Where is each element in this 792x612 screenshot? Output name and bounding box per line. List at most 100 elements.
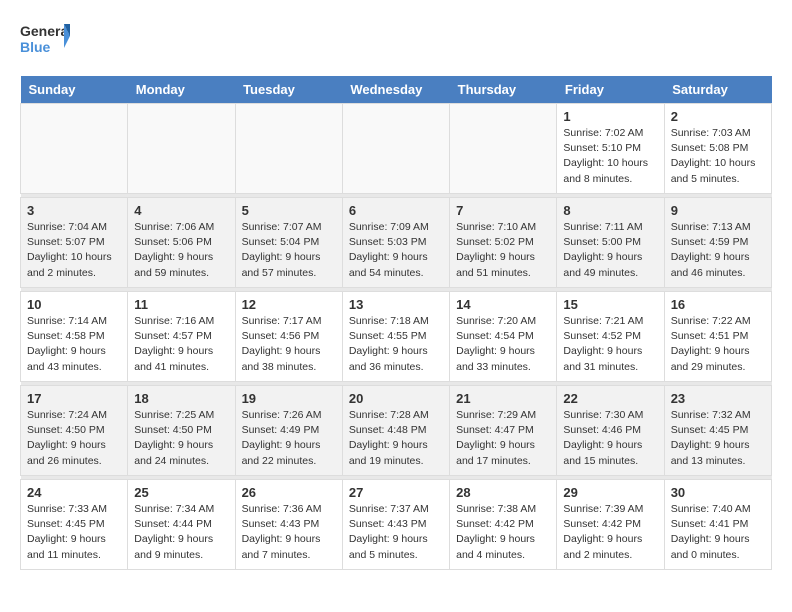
day-number: 21 [456, 391, 550, 406]
calendar-cell: 29 Sunrise: 7:39 AMSunset: 4:42 PMDayligh… [557, 480, 664, 570]
day-number: 1 [563, 109, 657, 124]
day-number: 9 [671, 203, 765, 218]
day-number: 23 [671, 391, 765, 406]
calendar-cell: 4 Sunrise: 7:06 AMSunset: 5:06 PMDaylight… [128, 198, 235, 288]
day-info: Sunrise: 7:03 AMSunset: 5:08 PMDaylight:… [671, 126, 765, 187]
calendar-cell: 23 Sunrise: 7:32 AMSunset: 4:45 PMDayligh… [664, 386, 771, 476]
calendar-cell: 12 Sunrise: 7:17 AMSunset: 4:56 PMDayligh… [235, 292, 342, 382]
day-info: Sunrise: 7:30 AMSunset: 4:46 PMDaylight:… [563, 408, 657, 469]
day-number: 26 [242, 485, 336, 500]
day-info: Sunrise: 7:25 AMSunset: 4:50 PMDaylight:… [134, 408, 228, 469]
calendar-cell: 16 Sunrise: 7:22 AMSunset: 4:51 PMDayligh… [664, 292, 771, 382]
calendar-cell: 15 Sunrise: 7:21 AMSunset: 4:52 PMDayligh… [557, 292, 664, 382]
calendar-cell: 22 Sunrise: 7:30 AMSunset: 4:46 PMDayligh… [557, 386, 664, 476]
calendar-cell: 5 Sunrise: 7:07 AMSunset: 5:04 PMDaylight… [235, 198, 342, 288]
day-info: Sunrise: 7:06 AMSunset: 5:06 PMDaylight:… [134, 220, 228, 281]
day-number: 11 [134, 297, 228, 312]
calendar-cell: 19Sunrise: 7:26 AMSunset: 4:49 PMDayligh… [235, 386, 342, 476]
day-info: Sunrise: 7:38 AMSunset: 4:42 PMDaylight:… [456, 502, 550, 563]
day-info: Sunrise: 7:18 AMSunset: 4:55 PMDaylight:… [349, 314, 443, 375]
weekday-header: Saturday [664, 76, 771, 104]
calendar-cell [450, 104, 557, 194]
weekday-header: Sunday [21, 76, 128, 104]
day-number: 28 [456, 485, 550, 500]
day-number: 17 [27, 391, 121, 406]
day-info: Sunrise: 7:39 AMSunset: 4:42 PMDaylight:… [563, 502, 657, 563]
day-info: Sunrise: 7:26 AMSunset: 4:49 PMDaylight:… [242, 408, 336, 469]
day-info: Sunrise: 7:40 AMSunset: 4:41 PMDaylight:… [671, 502, 765, 563]
day-number: 2 [671, 109, 765, 124]
calendar-week-row: 17 Sunrise: 7:24 AMSunset: 4:50 PMDayligh… [21, 386, 772, 476]
day-number: 15 [563, 297, 657, 312]
calendar-cell: 2 Sunrise: 7:03 AMSunset: 5:08 PMDaylight… [664, 104, 771, 194]
day-info: Sunrise: 7:04 AMSunset: 5:07 PMDaylight:… [27, 220, 121, 281]
day-info: Sunrise: 7:17 AMSunset: 4:56 PMDaylight:… [242, 314, 336, 375]
calendar-cell: 26Sunrise: 7:36 AMSunset: 4:43 PMDayligh… [235, 480, 342, 570]
calendar-cell [21, 104, 128, 194]
day-number: 30 [671, 485, 765, 500]
day-number: 12 [242, 297, 336, 312]
day-info: Sunrise: 7:02 AMSunset: 5:10 PMDaylight:… [563, 126, 657, 187]
calendar-cell [235, 104, 342, 194]
day-info: Sunrise: 7:14 AMSunset: 4:58 PMDaylight:… [27, 314, 121, 375]
day-info: Sunrise: 7:20 AMSunset: 4:54 PMDaylight:… [456, 314, 550, 375]
calendar-cell [128, 104, 235, 194]
calendar-week-row: 24Sunrise: 7:33 AMSunset: 4:45 PMDayligh… [21, 480, 772, 570]
calendar-cell: 24Sunrise: 7:33 AMSunset: 4:45 PMDayligh… [21, 480, 128, 570]
calendar-cell: 8 Sunrise: 7:11 AMSunset: 5:00 PMDaylight… [557, 198, 664, 288]
day-number: 29 [563, 485, 657, 500]
svg-text:General: General [20, 23, 70, 39]
calendar-cell: 30 Sunrise: 7:40 AMSunset: 4:41 PMDayligh… [664, 480, 771, 570]
calendar-cell: 7 Sunrise: 7:10 AMSunset: 5:02 PMDaylight… [450, 198, 557, 288]
calendar-table: SundayMondayTuesdayWednesdayThursdayFrid… [20, 76, 772, 570]
day-info: Sunrise: 7:28 AMSunset: 4:48 PMDaylight:… [349, 408, 443, 469]
day-number: 25 [134, 485, 228, 500]
calendar-cell: 6 Sunrise: 7:09 AMSunset: 5:03 PMDaylight… [342, 198, 449, 288]
day-info: Sunrise: 7:16 AMSunset: 4:57 PMDaylight:… [134, 314, 228, 375]
day-number: 5 [242, 203, 336, 218]
weekday-header: Wednesday [342, 76, 449, 104]
calendar-cell: 14 Sunrise: 7:20 AMSunset: 4:54 PMDayligh… [450, 292, 557, 382]
calendar-cell: 17 Sunrise: 7:24 AMSunset: 4:50 PMDayligh… [21, 386, 128, 476]
calendar-cell: 25 Sunrise: 7:34 AMSunset: 4:44 PMDayligh… [128, 480, 235, 570]
day-info: Sunrise: 7:32 AMSunset: 4:45 PMDaylight:… [671, 408, 765, 469]
day-number: 16 [671, 297, 765, 312]
day-number: 7 [456, 203, 550, 218]
day-info: Sunrise: 7:29 AMSunset: 4:47 PMDaylight:… [456, 408, 550, 469]
calendar-cell: 3 Sunrise: 7:04 AMSunset: 5:07 PMDaylight… [21, 198, 128, 288]
day-number: 8 [563, 203, 657, 218]
day-number: 27 [349, 485, 443, 500]
day-number: 18 [134, 391, 228, 406]
logo-svg: GeneralBlue [20, 20, 70, 60]
weekday-header: Monday [128, 76, 235, 104]
calendar-cell: 20Sunrise: 7:28 AMSunset: 4:48 PMDayligh… [342, 386, 449, 476]
day-info: Sunrise: 7:21 AMSunset: 4:52 PMDaylight:… [563, 314, 657, 375]
day-info: Sunrise: 7:07 AMSunset: 5:04 PMDaylight:… [242, 220, 336, 281]
day-info: Sunrise: 7:33 AMSunset: 4:45 PMDaylight:… [27, 502, 121, 563]
calendar-week-row: 1 Sunrise: 7:02 AMSunset: 5:10 PMDaylight… [21, 104, 772, 194]
calendar-week-row: 10 Sunrise: 7:14 AMSunset: 4:58 PMDayligh… [21, 292, 772, 382]
day-number: 6 [349, 203, 443, 218]
calendar-cell: 21 Sunrise: 7:29 AMSunset: 4:47 PMDayligh… [450, 386, 557, 476]
day-number: 10 [27, 297, 121, 312]
calendar-cell: 10 Sunrise: 7:14 AMSunset: 4:58 PMDayligh… [21, 292, 128, 382]
day-info: Sunrise: 7:11 AMSunset: 5:00 PMDaylight:… [563, 220, 657, 281]
day-number: 22 [563, 391, 657, 406]
day-info: Sunrise: 7:24 AMSunset: 4:50 PMDaylight:… [27, 408, 121, 469]
day-info: Sunrise: 7:37 AMSunset: 4:43 PMDaylight:… [349, 502, 443, 563]
day-info: Sunrise: 7:10 AMSunset: 5:02 PMDaylight:… [456, 220, 550, 281]
svg-text:Blue: Blue [20, 39, 51, 55]
day-number: 3 [27, 203, 121, 218]
weekday-header: Tuesday [235, 76, 342, 104]
day-info: Sunrise: 7:13 AMSunset: 4:59 PMDaylight:… [671, 220, 765, 281]
day-info: Sunrise: 7:22 AMSunset: 4:51 PMDaylight:… [671, 314, 765, 375]
day-info: Sunrise: 7:34 AMSunset: 4:44 PMDaylight:… [134, 502, 228, 563]
calendar-cell: 1 Sunrise: 7:02 AMSunset: 5:10 PMDaylight… [557, 104, 664, 194]
calendar-cell: 18 Sunrise: 7:25 AMSunset: 4:50 PMDayligh… [128, 386, 235, 476]
logo: GeneralBlue [20, 20, 70, 60]
weekday-header: Friday [557, 76, 664, 104]
calendar-week-row: 3 Sunrise: 7:04 AMSunset: 5:07 PMDaylight… [21, 198, 772, 288]
day-number: 14 [456, 297, 550, 312]
day-info: Sunrise: 7:09 AMSunset: 5:03 PMDaylight:… [349, 220, 443, 281]
day-number: 4 [134, 203, 228, 218]
